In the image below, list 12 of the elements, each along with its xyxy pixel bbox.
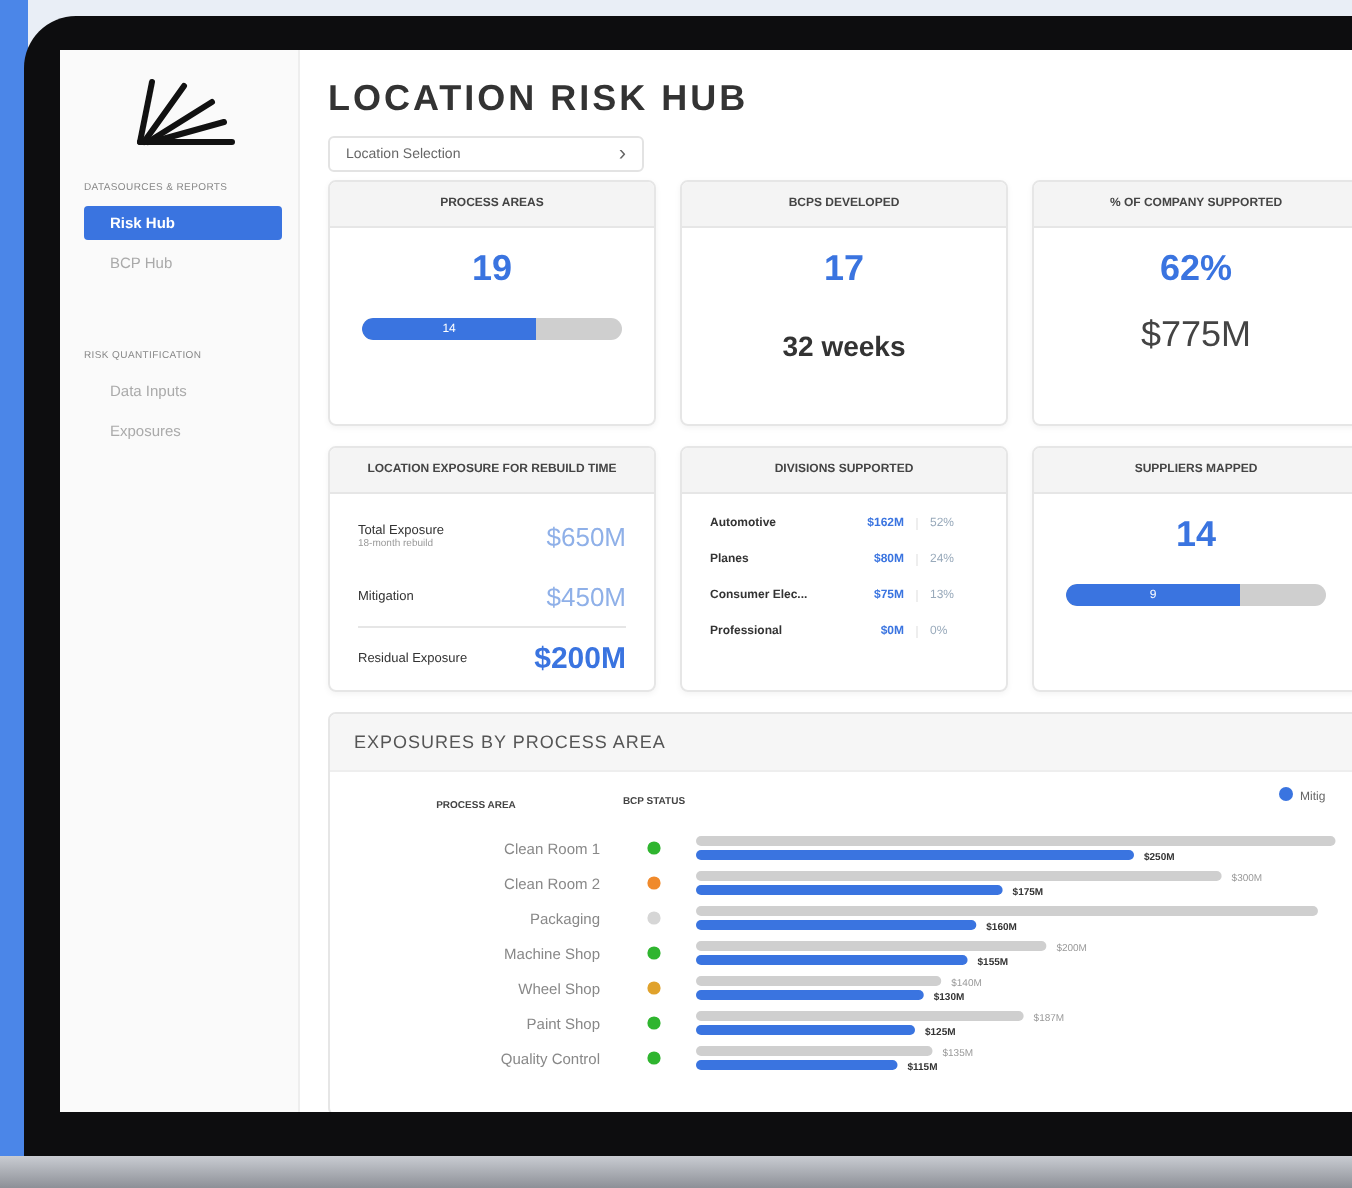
- amount-value: $650M: [546, 521, 626, 551]
- amount-value: $200M: [534, 641, 626, 675]
- amount-value: $450M: [546, 581, 626, 611]
- legend-dot: [1279, 787, 1293, 801]
- stat-value: 17: [823, 248, 865, 290]
- stat-value: 32 weeks: [782, 330, 906, 362]
- stat-value: 14: [1175, 514, 1217, 556]
- stat-value: 19: [471, 248, 513, 290]
- panel-title: EXPOSURES BY PROCESS AREA: [330, 714, 1352, 772]
- stat-value: 62%: [1159, 248, 1233, 290]
- page-title: LOCATION RISK HUB: [328, 78, 751, 120]
- stat-value: $775M: [1140, 314, 1252, 356]
